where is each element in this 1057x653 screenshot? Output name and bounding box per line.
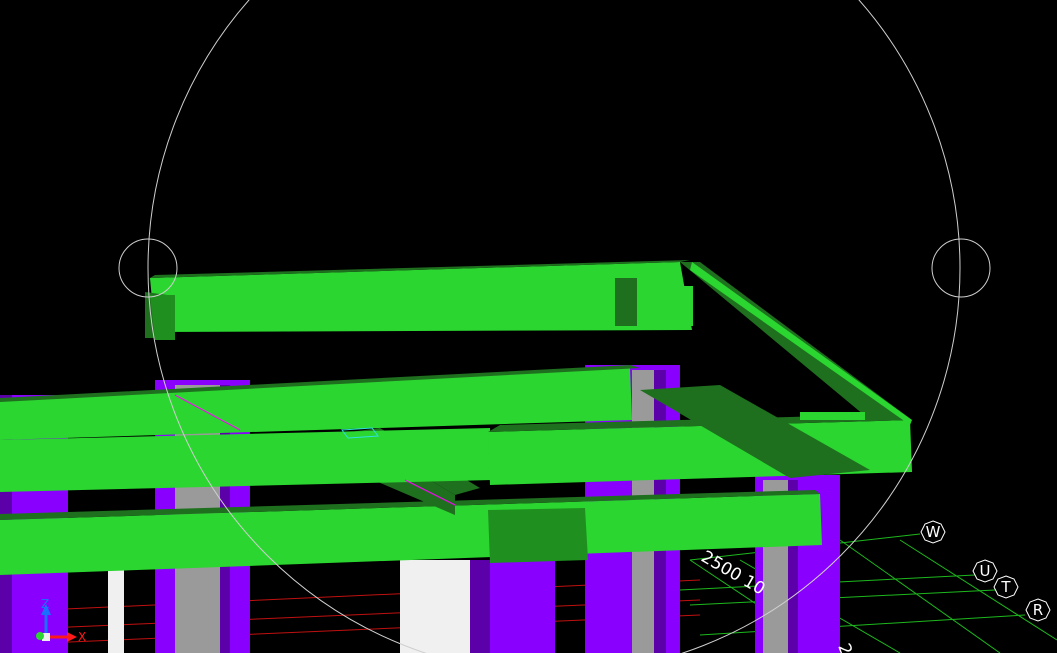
- grid-bubble-r[interactable]: R: [1025, 598, 1051, 622]
- grid-label-t: T: [1000, 578, 1011, 596]
- grid-label-w: W: [926, 523, 941, 541]
- grid-label-r: R: [1033, 601, 1043, 619]
- beam-top-back: [150, 262, 692, 332]
- orbit-handle-right: [931, 238, 991, 298]
- grid-bubble-w[interactable]: W: [920, 520, 946, 544]
- z-axis-label: Z: [41, 597, 49, 611]
- grid-bubble-t[interactable]: T: [993, 575, 1019, 599]
- grid-label-u: U: [980, 562, 991, 580]
- 3d-model-viewport[interactable]: 2500 10 22 W U T R Z X: [0, 0, 1057, 653]
- beam-front-lower-2: [488, 508, 588, 563]
- x-axis-label: X: [78, 630, 86, 644]
- beam-top-block: [615, 278, 637, 326]
- grid-bubble-u[interactable]: U: [972, 559, 998, 583]
